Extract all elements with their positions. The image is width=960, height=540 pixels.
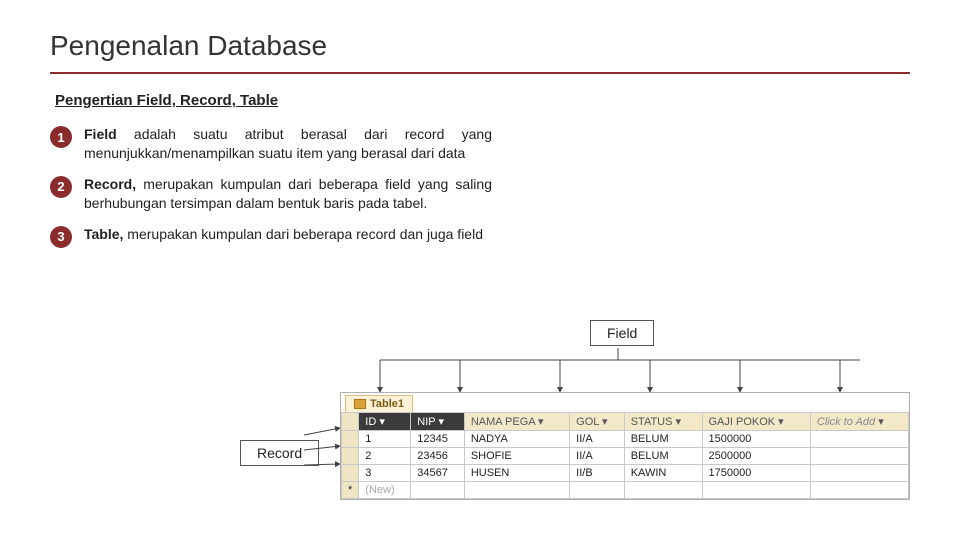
table-cell: NADYA [464, 431, 569, 448]
table-new-row: *(New) [342, 482, 909, 499]
table-cell [342, 465, 359, 482]
bullet-number: 3 [50, 226, 72, 248]
table-cell: HUSEN [464, 465, 569, 482]
table-row: 112345NADYAII/ABELUM1500000 [342, 431, 909, 448]
table-cell: 1750000 [702, 465, 810, 482]
table-cell: 34567 [411, 465, 465, 482]
table-row: 334567HUSENII/BKAWIN1750000 [342, 465, 909, 482]
table-cell: BELUM [624, 431, 702, 448]
table-cell: 2500000 [702, 448, 810, 465]
table-cell: 3 [359, 465, 411, 482]
table-cell: II/A [570, 448, 625, 465]
definition-text: Field adalah suatu atribut berasal dari … [72, 125, 492, 163]
column-header: Click to Add ▾ [810, 413, 908, 431]
table-cell: 1 [359, 431, 411, 448]
db-table: Table1 ID ▾NIP ▾NAMA PEGA ▾GOL ▾STATUS ▾… [340, 392, 910, 500]
column-header: NAMA PEGA ▾ [464, 413, 569, 431]
table-cell: BELUM [624, 448, 702, 465]
column-header: STATUS ▾ [624, 413, 702, 431]
field-label-box: Field [590, 320, 654, 346]
table-cell: II/A [570, 431, 625, 448]
table-cell: 23456 [411, 448, 465, 465]
definition-item: 3Table, merupakan kumpulan dari beberapa… [50, 225, 960, 248]
table-icon [354, 399, 366, 409]
table-tab-label: Table1 [370, 398, 404, 410]
table-cell: KAWIN [624, 465, 702, 482]
table-cell [342, 448, 359, 465]
definition-text: Table, merupakan kumpulan dari beberapa … [72, 225, 483, 244]
definition-item: 1Field adalah suatu atribut berasal dari… [50, 125, 960, 163]
table-cell: 2 [359, 448, 411, 465]
bullet-number: 2 [50, 176, 72, 198]
table-cell: 1500000 [702, 431, 810, 448]
bullet-number: 1 [50, 126, 72, 148]
definition-item: 2Record, merupakan kumpulan dari beberap… [50, 175, 960, 213]
table-cell [342, 431, 359, 448]
table-cell: II/B [570, 465, 625, 482]
column-header: GOL ▾ [570, 413, 625, 431]
table-cell: 12345 [411, 431, 465, 448]
subtitle: Pengertian Field, Record, Table [0, 92, 960, 109]
column-header: ID ▾ [359, 413, 411, 431]
definition-text: Record, merupakan kumpulan dari beberapa… [72, 175, 492, 213]
table-cell: SHOFIE [464, 448, 569, 465]
title-rule [50, 72, 910, 74]
table-row: 223456SHOFIEII/ABELUM2500000 [342, 448, 909, 465]
record-label-box: Record [240, 440, 319, 466]
table-tab: Table1 [345, 395, 413, 412]
column-header [342, 413, 359, 431]
column-header: NIP ▾ [411, 413, 465, 431]
column-header: GAJI POKOK ▾ [702, 413, 810, 431]
page-title: Pengenalan Database [0, 0, 960, 72]
